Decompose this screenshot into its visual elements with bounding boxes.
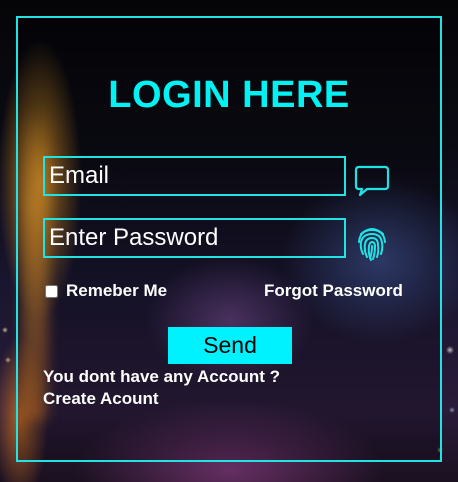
create-account-link[interactable]: Create Acount (43, 389, 159, 409)
no-account-text: You dont have any Account ? (43, 367, 281, 386)
remember-me[interactable]: Remeber Me (43, 281, 167, 301)
fingerprint-icon (358, 228, 386, 261)
email-field[interactable] (43, 156, 346, 196)
login-title: LOGIN HERE (108, 74, 350, 116)
remember-me-label: Remeber Me (66, 281, 168, 300)
chat-bubble-icon (354, 165, 390, 197)
forgot-password-link[interactable]: Forgot Password (264, 281, 403, 301)
remember-me-checkbox[interactable] (45, 284, 58, 298)
password-field[interactable] (43, 218, 346, 258)
send-button[interactable]: Send (168, 327, 292, 364)
